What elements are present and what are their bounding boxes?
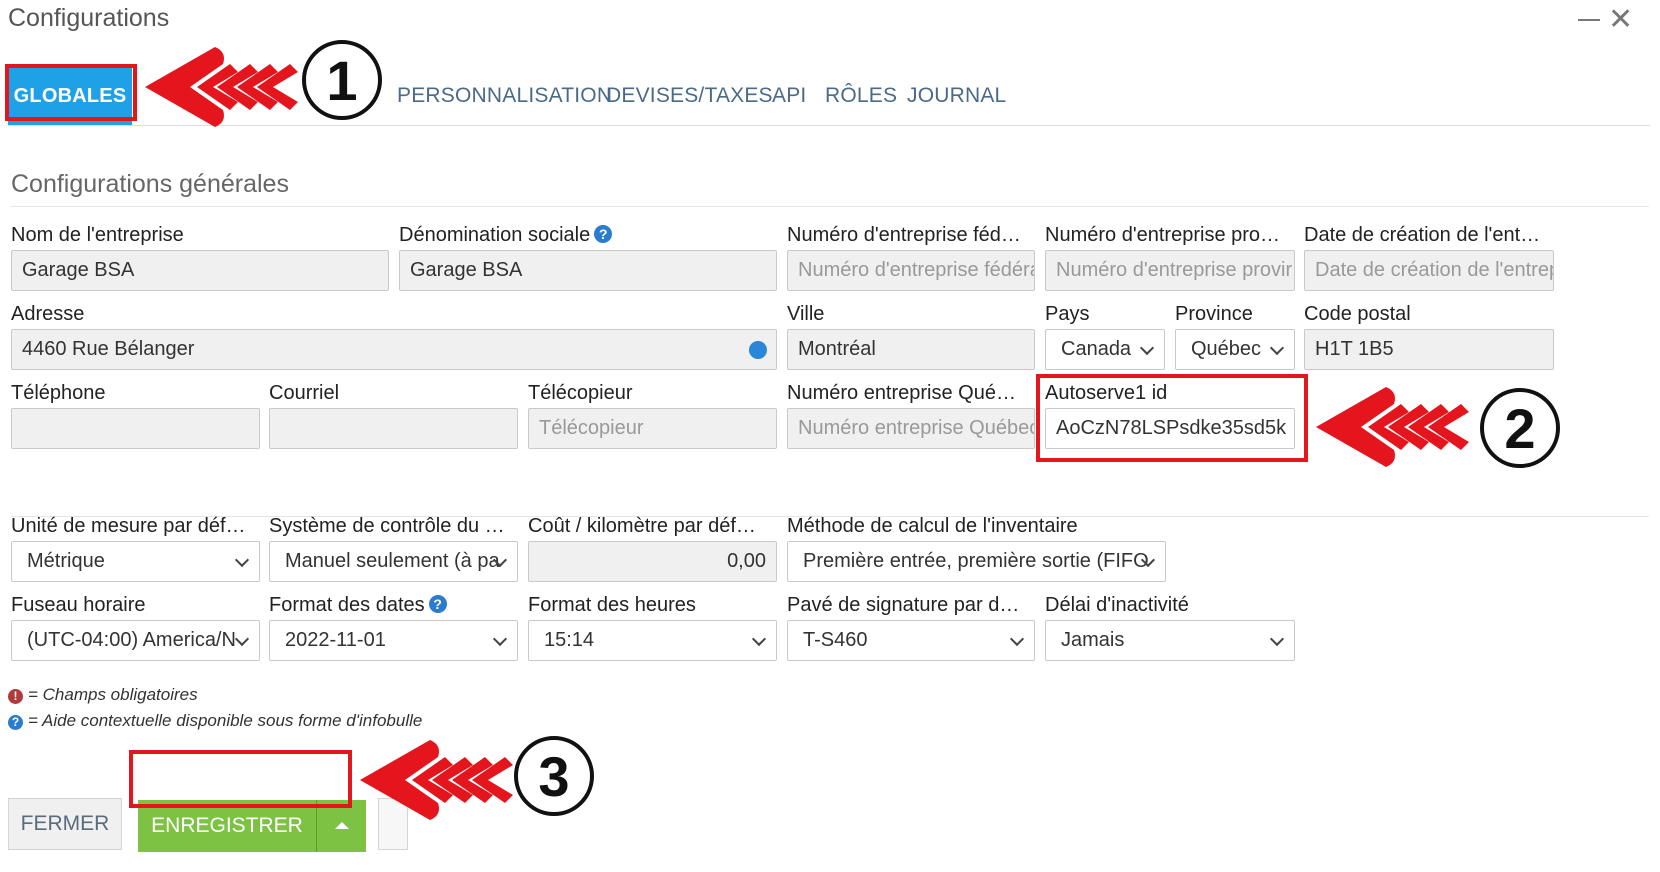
arrow-icon	[360, 740, 513, 820]
num-provincial-input[interactable]: Numéro d'entreprise provir	[1045, 250, 1295, 291]
tab-roles[interactable]: RÔLES	[825, 84, 897, 108]
highlight-box-autoserve	[1036, 374, 1308, 462]
label-province: Province	[1175, 303, 1253, 325]
courriel-input[interactable]	[269, 408, 518, 449]
tab-journal[interactable]: JOURNAL	[907, 84, 1006, 108]
arrow-icon	[145, 47, 298, 127]
step-badge-2: 2	[1480, 388, 1560, 468]
num-quebec-input[interactable]: Numéro entreprise Québec	[787, 408, 1035, 449]
delai-inactivite-select[interactable]: Jamais	[1045, 620, 1295, 661]
format-heures-select[interactable]: 15:14	[528, 620, 777, 661]
label-denomination-sociale: Dénomination sociale?	[399, 224, 777, 247]
tab-personnalisation[interactable]: PERSONNALISATION	[397, 84, 612, 108]
denomination-sociale-input[interactable]: Garage BSA	[399, 250, 777, 291]
cout-km-input[interactable]: 0,00	[528, 541, 777, 582]
help-icon: ?	[8, 715, 23, 730]
adresse-input[interactable]: 4460 Rue Bélanger	[11, 329, 777, 370]
step-badge-1: 1	[302, 40, 382, 120]
section-divider	[11, 206, 1649, 207]
label-pays: Pays	[1045, 303, 1090, 325]
label-telephone: Téléphone	[11, 382, 106, 404]
pays-select[interactable]: Canada	[1045, 329, 1165, 370]
label-delai-inactivite: Délai d'inactivité	[1045, 594, 1189, 616]
label-fuseau: Fuseau horaire	[11, 594, 146, 616]
step-badge-3: 3	[514, 736, 594, 816]
methode-inventaire-select[interactable]: Première entrée, première sortie (FIFO	[787, 541, 1166, 582]
telecopieur-input[interactable]: Télécopieur	[528, 408, 777, 449]
nom-entreprise-input[interactable]: Garage BSA	[11, 250, 389, 291]
label-format-dates: Format des dates?	[269, 594, 447, 617]
code-postal-input[interactable]: H1T 1B5	[1304, 329, 1554, 370]
window-title: Configurations	[8, 4, 170, 32]
fermer-button[interactable]: FERMER	[8, 798, 122, 850]
close-icon[interactable]: ✕	[1608, 2, 1633, 38]
tab-devises-taxes[interactable]: DEVISES/TAXES	[606, 84, 773, 108]
help-icon[interactable]: ?	[594, 225, 613, 243]
label-num-federal: Numéro d'entreprise féd…	[787, 224, 1021, 246]
legend-required: ! = Champs obligatoires	[8, 685, 198, 705]
label-format-heures: Format des heures	[528, 594, 696, 616]
help-icon[interactable]: ?	[428, 595, 447, 613]
label-ville: Ville	[787, 303, 825, 325]
label-nom-entreprise: Nom de l'entreprise	[11, 224, 184, 246]
label-date-creation: Date de création de l'ent…	[1304, 224, 1541, 246]
systeme-controle-select[interactable]: Manuel seulement (à pa	[269, 541, 518, 582]
label-telecopieur: Télécopieur	[528, 382, 633, 404]
format-dates-select[interactable]: 2022-11-01	[269, 620, 518, 661]
legend-help: ? = Aide contextuelle disponible sous for…	[8, 711, 422, 731]
ville-input[interactable]: Montréal	[787, 329, 1035, 370]
label-code-postal: Code postal	[1304, 303, 1411, 325]
date-creation-input[interactable]: Date de création de l'entrep	[1304, 250, 1554, 291]
label-courriel: Courriel	[269, 382, 340, 404]
label-adresse: Adresse	[11, 303, 85, 325]
num-federal-input[interactable]: Numéro d'entreprise fédéra	[787, 250, 1035, 291]
label-methode-inventaire: Méthode de calcul de l'inventaire	[787, 515, 1078, 537]
label-systeme-controle: Système de contrôle du …	[269, 515, 505, 537]
label-num-quebec: Numéro entreprise Qué…	[787, 382, 1016, 404]
section-title: Configurations générales	[11, 170, 289, 198]
unite-mesure-select[interactable]: Métrique	[11, 541, 260, 582]
pave-signature-select[interactable]: T-S460	[787, 620, 1035, 661]
telephone-input[interactable]	[11, 408, 260, 449]
minimize-icon[interactable]	[1578, 19, 1600, 21]
province-select[interactable]: Québec	[1175, 329, 1295, 370]
arrow-icon	[1316, 387, 1469, 467]
exclamation-icon: !	[8, 689, 23, 704]
fuseau-select[interactable]: (UTC-04:00) America/N	[11, 620, 260, 661]
label-cout-km: Coût / kilomètre par déf…	[528, 515, 756, 537]
highlight-box-tab	[5, 64, 137, 121]
globe-icon[interactable]	[749, 341, 767, 359]
tab-api[interactable]: API	[772, 84, 806, 108]
label-unite-mesure: Unité de mesure par déf…	[11, 515, 246, 537]
label-num-provincial: Numéro d'entreprise pro…	[1045, 224, 1281, 246]
label-pave-signature: Pavé de signature par d…	[787, 594, 1020, 616]
highlight-box-save	[129, 750, 352, 808]
